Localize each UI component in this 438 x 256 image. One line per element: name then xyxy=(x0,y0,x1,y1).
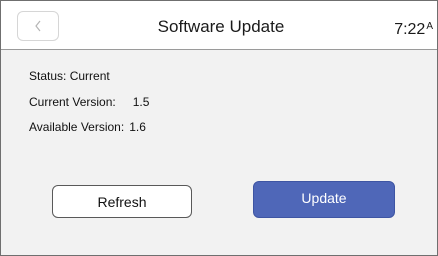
status-value: Current xyxy=(69,69,110,83)
page-title: Software Update xyxy=(157,17,285,36)
clock-ampm: A xyxy=(426,21,433,32)
current-version-value: 1.5 xyxy=(132,95,150,109)
refresh-button[interactable]: Refresh xyxy=(52,185,192,218)
clock: 7:22A xyxy=(394,21,433,39)
available-version-row: Available Version: 1.6 xyxy=(29,120,146,134)
refresh-button-label: Refresh xyxy=(97,193,147,210)
clock-time: 7:22 xyxy=(394,21,426,38)
available-version-label: Available Version: xyxy=(29,120,125,134)
back-button[interactable] xyxy=(17,11,59,41)
software-update-screen: Software Update 7:22A Status: Current Cu… xyxy=(0,0,438,256)
current-version-label: Current Version: xyxy=(29,95,116,109)
header-bar: Software Update 7:22A xyxy=(1,1,437,50)
status-label: Status: xyxy=(29,69,67,83)
available-version-value: 1.6 xyxy=(129,120,146,134)
status-row: Status: Current xyxy=(29,69,110,83)
update-button[interactable]: Update xyxy=(253,181,395,218)
chevron-left-icon xyxy=(34,20,42,32)
update-button-label: Update xyxy=(301,190,347,206)
current-version-row: Current Version: 1.5 xyxy=(29,95,149,109)
